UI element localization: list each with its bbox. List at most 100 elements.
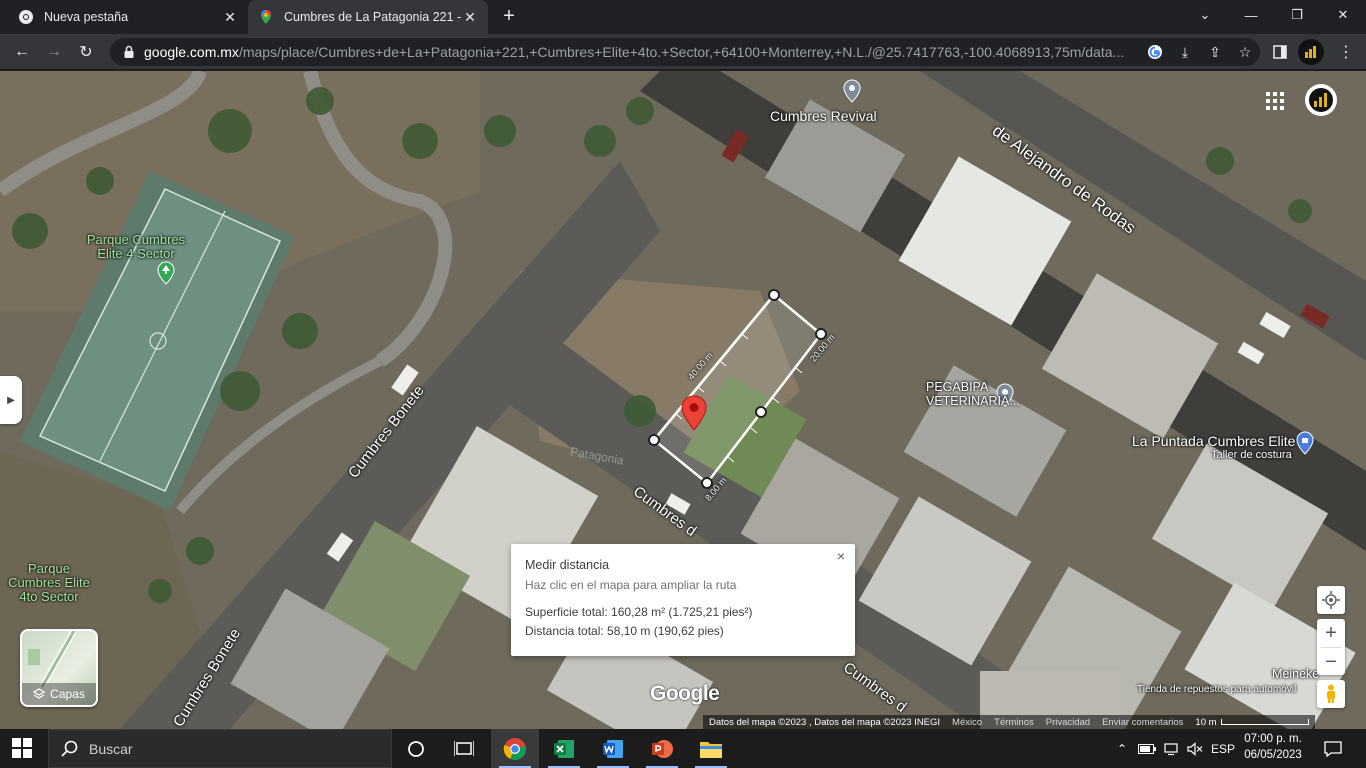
browser-toolbar: ← → ↻ google.com.mx/maps/place/Cumbres+d… — [0, 34, 1366, 70]
windows-start-icon[interactable] — [12, 738, 32, 758]
place-label[interactable]: Cumbres Revival — [770, 108, 877, 124]
word-icon — [603, 739, 623, 758]
crosshair-icon — [1322, 591, 1340, 609]
taskbar-word[interactable] — [589, 729, 637, 768]
scale-bar[interactable]: 10 m — [1195, 716, 1309, 728]
google-lens-icon[interactable] — [1140, 38, 1170, 66]
place-category-label: Tienda de repuestos para automóvil — [1137, 684, 1297, 695]
taskbar-chrome[interactable] — [491, 729, 539, 768]
park-tree-pin-icon[interactable] — [157, 261, 175, 285]
url-host: google.com.mx — [144, 44, 239, 60]
scale-label: 10 m — [1195, 716, 1217, 728]
chrome-menu-icon[interactable]: ⋮ — [1334, 40, 1358, 64]
privacy-link[interactable]: Privacidad — [1046, 717, 1090, 728]
taskbar-powerpoint[interactable] — [638, 729, 686, 768]
share-icon[interactable]: ⇪ — [1200, 38, 1230, 66]
terms-link[interactable]: Términos — [994, 717, 1034, 728]
layers-label: Capas — [50, 687, 85, 701]
reload-icon[interactable]: ↻ — [74, 40, 98, 64]
forward-arrow-icon[interactable]: → — [42, 40, 66, 64]
feedback-link[interactable]: Enviar comentarios — [1102, 717, 1183, 728]
maps-pin-icon — [261, 10, 271, 24]
close-measure-button[interactable]: × — [833, 548, 849, 564]
my-location-button[interactable] — [1317, 586, 1345, 614]
layers-button[interactable]: Capas — [20, 629, 98, 707]
tab-title: Cumbres de La Patagonia 221 - G — [284, 10, 462, 24]
total-distance: Distancia total: 58,10 m (190,62 pies) — [525, 624, 724, 638]
measure-title: Medir distancia — [525, 558, 610, 572]
search-placeholder: Buscar — [89, 740, 133, 757]
new-tab-button[interactable]: + — [498, 6, 520, 28]
park-label-line: Elite 4 Sector — [97, 246, 175, 261]
map-data-attribution[interactable]: Datos del mapa ©2023 , Datos del mapa ©2… — [709, 717, 940, 728]
taskbar-search-box[interactable]: Buscar — [48, 729, 392, 768]
window-close-icon[interactable]: ✕ — [1320, 0, 1366, 30]
restore-icon[interactable]: ❐ — [1274, 0, 1320, 30]
place-pin-icon[interactable] — [843, 79, 861, 103]
clock-date: 06/05/2023 — [1244, 749, 1302, 761]
task-view-button[interactable] — [440, 729, 488, 768]
measure-distance-card: Medir distancia Haz clic en el mapa para… — [511, 544, 855, 656]
park-label-line: Parque — [28, 561, 70, 576]
chevron-right-icon: ▶ — [7, 394, 15, 406]
location-pin-icon[interactable] — [681, 395, 707, 431]
network-icon[interactable] — [1160, 729, 1182, 768]
minimize-icon[interactable]: — — [1228, 0, 1274, 30]
chrome-icon — [19, 10, 33, 24]
place-label-line: VETERINARIA... — [926, 394, 1020, 408]
place-label[interactable]: PEGABIPA VETERINARIA... — [926, 380, 1020, 408]
tab-title: Nueva pestaña — [44, 10, 129, 24]
cortana-button[interactable] — [392, 729, 440, 768]
tray-overflow-chevron-icon[interactable]: ⌃ — [1112, 729, 1132, 768]
park-label[interactable]: Parque Cumbres Elite 4 Sector — [80, 233, 192, 261]
tab-new-tab[interactable]: Nueva pestaña ✕ — [8, 0, 248, 34]
volume-muted-icon[interactable] — [1184, 729, 1206, 768]
url-text[interactable]: google.com.mx/maps/place/Cumbres+de+La+P… — [144, 44, 1140, 60]
task-view-icon — [454, 740, 474, 756]
place-category-label: Taller de costura — [1211, 449, 1292, 461]
country-link[interactable]: México — [952, 717, 982, 728]
place-label[interactable]: Meineke — [1272, 667, 1319, 681]
tab-search-chevron-icon[interactable]: ⌄ — [1182, 0, 1228, 30]
park-label[interactable]: Parque Cumbres Elite 4to Sector — [0, 562, 98, 604]
side-panel-icon[interactable] — [1268, 40, 1292, 64]
close-tab-icon[interactable]: ✕ — [222, 9, 238, 26]
notifications-icon[interactable] — [1318, 729, 1348, 768]
park-label-line: Cumbres Elite — [8, 575, 90, 590]
street-view-pegman-button[interactable] — [1317, 680, 1345, 708]
park-label-line: Parque Cumbres — [86, 232, 186, 247]
plus-icon: + — [1325, 621, 1337, 644]
tab-google-maps[interactable]: Cumbres de La Patagonia 221 - G ✕ — [248, 0, 488, 34]
expand-side-panel-button[interactable]: ▶ — [0, 376, 22, 424]
account-avatar[interactable] — [1305, 84, 1337, 116]
zoom-control: + − — [1317, 619, 1345, 675]
map-attribution-bar: Datos del mapa ©2023 , Datos del mapa ©2… — [703, 715, 1315, 729]
cortana-circle-icon — [408, 740, 424, 757]
input-language[interactable]: ESP — [1208, 729, 1238, 768]
back-arrow-icon[interactable]: ← — [10, 40, 34, 64]
shopping-bag-pin-icon[interactable] — [1296, 431, 1314, 455]
battery-icon[interactable] — [1136, 729, 1158, 768]
layers-caption: Capas — [22, 683, 96, 705]
address-bar[interactable]: google.com.mx/maps/place/Cumbres+de+La+P… — [110, 38, 1260, 66]
profile-avatar[interactable] — [1298, 39, 1324, 65]
folder-icon — [700, 741, 722, 758]
zoom-out-button[interactable]: − — [1317, 648, 1345, 676]
zoom-in-button[interactable]: + — [1317, 619, 1345, 647]
scale-line — [1220, 719, 1309, 725]
lock-icon[interactable] — [122, 45, 136, 59]
google-apps-grid-icon[interactable] — [1266, 92, 1284, 110]
excel-icon — [554, 739, 574, 758]
place-label[interactable]: La Puntada Cumbres Elite — [1132, 433, 1295, 449]
taskbar-excel[interactable] — [540, 729, 588, 768]
close-tab-icon[interactable]: ✕ — [462, 9, 478, 26]
google-logo: Google — [650, 682, 720, 705]
search-icon — [61, 740, 78, 757]
install-icon[interactable]: ⤓ — [1170, 38, 1200, 66]
minus-icon: − — [1325, 650, 1337, 673]
satellite-map[interactable]: 40.00 m 20.00 m 8.00 m Cumbres Revival d… — [0, 71, 1366, 729]
taskbar-file-explorer[interactable] — [687, 729, 735, 768]
bookmark-star-icon[interactable]: ☆ — [1230, 38, 1260, 66]
clock-time: 07:00 p. m. — [1244, 733, 1302, 745]
system-clock[interactable]: 07:00 p. m. 06/05/2023 — [1240, 731, 1306, 763]
